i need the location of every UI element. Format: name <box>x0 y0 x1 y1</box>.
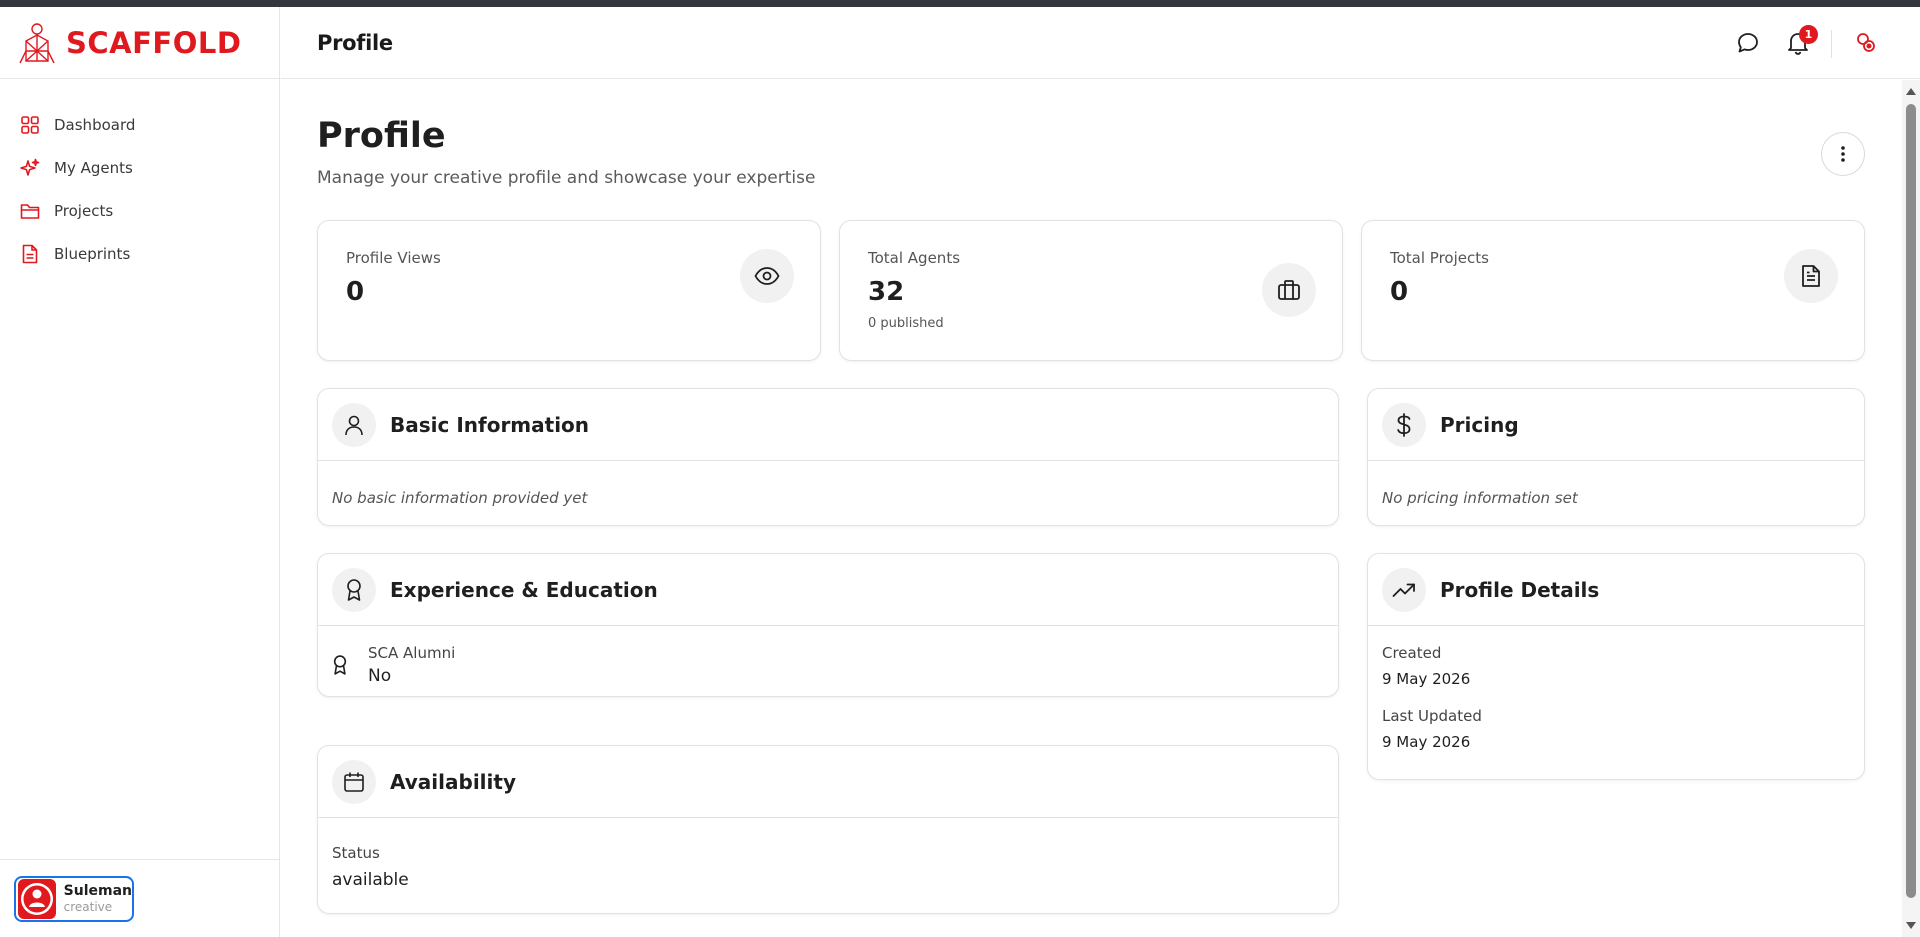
file-icon <box>20 244 40 264</box>
status-field: Status available <box>332 844 409 890</box>
user-area: Suleman creative <box>0 859 280 937</box>
last-updated-field: Last Updated 9 May 2026 <box>1382 707 1482 751</box>
grid-icon <box>20 115 40 135</box>
alumni-field: SCA Alumni No <box>368 644 455 686</box>
more-options-button[interactable] <box>1821 132 1865 176</box>
field-value: available <box>332 870 409 890</box>
vertical-scrollbar[interactable] <box>1902 80 1920 937</box>
panel-header: Pricing <box>1368 389 1864 461</box>
created-field: Created 9 May 2026 <box>1382 644 1470 688</box>
stat-card-profile-views: Profile Views 0 <box>317 220 821 361</box>
field-label: Last Updated <box>1382 707 1482 725</box>
avatar <box>18 879 56 919</box>
folder-icon <box>20 201 40 221</box>
briefcase-icon <box>1262 263 1316 317</box>
profile-details-panel: Profile Details Created 9 May 2026 Last … <box>1367 553 1865 780</box>
panel-header: Basic Information <box>318 389 1338 461</box>
sparkles-icon <box>20 158 40 178</box>
stat-label: Total Agents <box>868 249 961 267</box>
window-top-bar <box>0 0 1920 7</box>
field-label: Created <box>1382 644 1442 662</box>
sidebar-item-label: Projects <box>54 201 114 220</box>
empty-state-text: No basic information provided yet <box>332 489 588 507</box>
sidebar-item-label: Dashboard <box>54 115 136 134</box>
user-info: Suleman creative <box>64 883 132 915</box>
field-label: SCA Alumni <box>368 644 456 662</box>
sidebar-item-blueprints[interactable]: Blueprints <box>0 232 279 275</box>
main-content: Profile Manage your creative profile and… <box>281 80 1901 937</box>
availability-panel: Availability Status available <box>317 745 1339 914</box>
field-label: Status <box>332 844 380 862</box>
dollar-icon <box>1382 402 1426 447</box>
field-value: 9 May 2026 <box>1382 733 1471 751</box>
panel-title: Basic Information <box>390 412 590 437</box>
sidebar-item-label: My Agents <box>54 158 133 177</box>
message-circle-icon[interactable] <box>1734 29 1762 57</box>
stat-value: 0 <box>1390 277 1409 307</box>
panel-title: Availability <box>390 769 516 794</box>
stat-value: 32 <box>868 277 905 307</box>
sidebar-nav: Dashboard My Agents Projects Blueprints <box>0 79 279 275</box>
sidebar-item-label: Blueprints <box>54 244 131 263</box>
stat-value: 0 <box>346 277 365 307</box>
header-title: Profile <box>317 31 393 55</box>
header-divider <box>1831 30 1832 58</box>
panel-title: Profile Details <box>1440 577 1600 602</box>
notification-badge: 1 <box>1799 25 1818 44</box>
user-icon <box>20 883 53 915</box>
sidebar-item-projects[interactable]: Projects <box>0 189 279 232</box>
sidebar-item-dashboard[interactable]: Dashboard <box>0 103 279 146</box>
user-icon <box>332 402 376 447</box>
basic-information-panel: Basic Information No basic information p… <box>317 388 1339 526</box>
panel-header: Profile Details <box>1368 554 1864 626</box>
panel-title: Experience & Education <box>390 577 658 602</box>
brand-name: SCAFFOLD <box>66 25 242 60</box>
scroll-thumb[interactable] <box>1906 104 1916 898</box>
page-title: Profile <box>317 116 446 156</box>
more-vertical-icon <box>1841 146 1845 162</box>
page-subtitle: Manage your creative profile and showcas… <box>317 168 816 188</box>
trending-up-icon <box>1382 567 1426 612</box>
scaffold-logo-icon <box>19 22 55 63</box>
panel-header: Experience & Education <box>318 554 1338 626</box>
award-icon <box>332 654 348 680</box>
user-role: creative <box>63 900 113 914</box>
stat-card-total-projects: Total Projects 0 <box>1361 220 1865 361</box>
experience-education-panel: Experience & Education SCA Alumni No <box>317 553 1339 697</box>
document-icon <box>1784 249 1838 303</box>
bell-icon[interactable]: 1 <box>1784 25 1818 57</box>
field-value: 9 May 2026 <box>1382 670 1471 688</box>
sidebar-item-my-agents[interactable]: My Agents <box>0 146 279 189</box>
stat-label: Total Projects <box>1390 249 1489 267</box>
panel-header: Availability <box>318 746 1338 818</box>
eye-icon <box>740 249 794 303</box>
brand[interactable]: SCAFFOLD <box>0 7 279 79</box>
scroll-up-arrow-icon[interactable] <box>1906 88 1916 95</box>
stat-label: Profile Views <box>346 249 441 267</box>
user-profile-button[interactable]: Suleman creative <box>14 876 134 922</box>
panel-title: Pricing <box>1440 412 1519 437</box>
field-value: No <box>368 666 392 686</box>
account-switch-icon[interactable] <box>1852 29 1880 57</box>
calendar-icon <box>332 759 376 804</box>
stat-card-total-agents: Total Agents 32 0 published <box>839 220 1343 361</box>
user-name: Suleman <box>63 883 132 899</box>
pricing-panel: Pricing No pricing information set <box>1367 388 1865 526</box>
scroll-down-arrow-icon[interactable] <box>1906 922 1916 929</box>
top-header: Profile 1 <box>281 7 1920 79</box>
stat-subtext: 0 published <box>868 316 944 331</box>
empty-state-text: No pricing information set <box>1382 489 1578 507</box>
award-icon <box>332 567 376 612</box>
sidebar: SCAFFOLD Dashboard My Agents Projects Bl… <box>0 7 280 937</box>
